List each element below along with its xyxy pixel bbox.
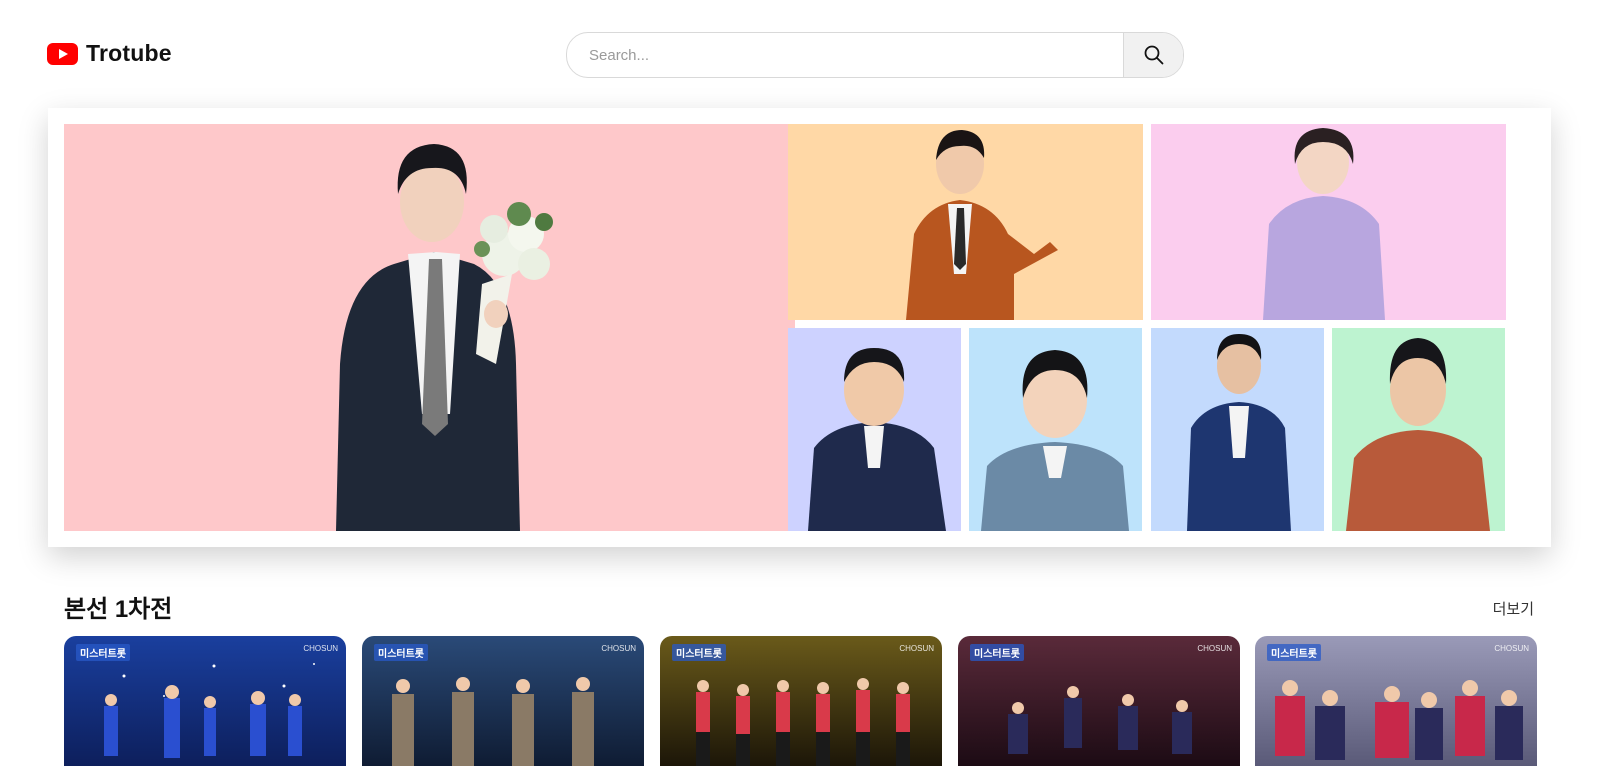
channel-watermark: CHOSUN xyxy=(303,644,338,653)
channel-watermark: CHOSUN xyxy=(1197,644,1232,653)
hero-banner xyxy=(48,108,1551,547)
singer-blue-tile[interactable] xyxy=(1151,328,1324,531)
singer-orange-tile[interactable] xyxy=(788,124,1143,320)
search-button[interactable] xyxy=(1123,33,1183,77)
show-logo: 미스터트롯 xyxy=(374,644,428,661)
singer-mint-tile[interactable] xyxy=(1332,328,1505,531)
singer-lavender-tile[interactable] xyxy=(788,328,961,531)
video-thumbnail[interactable]: 미스터트롯 CHOSUN xyxy=(958,636,1240,766)
show-logo: 미스터트롯 xyxy=(970,644,1024,661)
video-thumbnail[interactable]: 미스터트롯 CHOSUN xyxy=(362,636,644,766)
search-input[interactable] xyxy=(567,33,1123,77)
section-title: 본선 1차전 xyxy=(64,596,173,623)
singer-pink-tile[interactable] xyxy=(1151,124,1506,320)
channel-watermark: CHOSUN xyxy=(601,644,636,653)
singer-orange-image xyxy=(788,124,1143,320)
search-icon xyxy=(1144,45,1163,65)
singer-skyblue-image xyxy=(969,328,1142,531)
singer-skyblue-tile[interactable] xyxy=(969,328,1142,531)
video-thumbnail[interactable]: 미스터트롯 CHOSUN xyxy=(660,636,942,766)
channel-watermark: CHOSUN xyxy=(899,644,934,653)
video-thumbnail[interactable]: 미스터트롯 CHOSUN xyxy=(64,636,346,766)
singer-pink-image xyxy=(1151,124,1506,320)
featured-singer-tile[interactable] xyxy=(64,124,795,531)
channel-watermark: CHOSUN xyxy=(1494,644,1529,653)
show-logo: 미스터트롯 xyxy=(672,644,726,661)
search-bar xyxy=(566,32,1184,78)
singer-mint-image xyxy=(1332,328,1505,531)
show-logo: 미스터트롯 xyxy=(1267,644,1321,661)
video-thumbnail[interactable]: 미스터트롯 CHOSUN xyxy=(1255,636,1537,766)
show-logo: 미스터트롯 xyxy=(76,644,130,661)
more-link[interactable]: 더보기 xyxy=(1493,598,1534,619)
youtube-play-icon xyxy=(47,42,78,65)
featured-singer-image xyxy=(64,124,795,531)
singer-blue-image xyxy=(1151,328,1324,531)
singer-lavender-image xyxy=(788,328,961,531)
logo-text: Trotube xyxy=(86,40,172,66)
site-logo[interactable]: Trotube xyxy=(47,40,172,67)
